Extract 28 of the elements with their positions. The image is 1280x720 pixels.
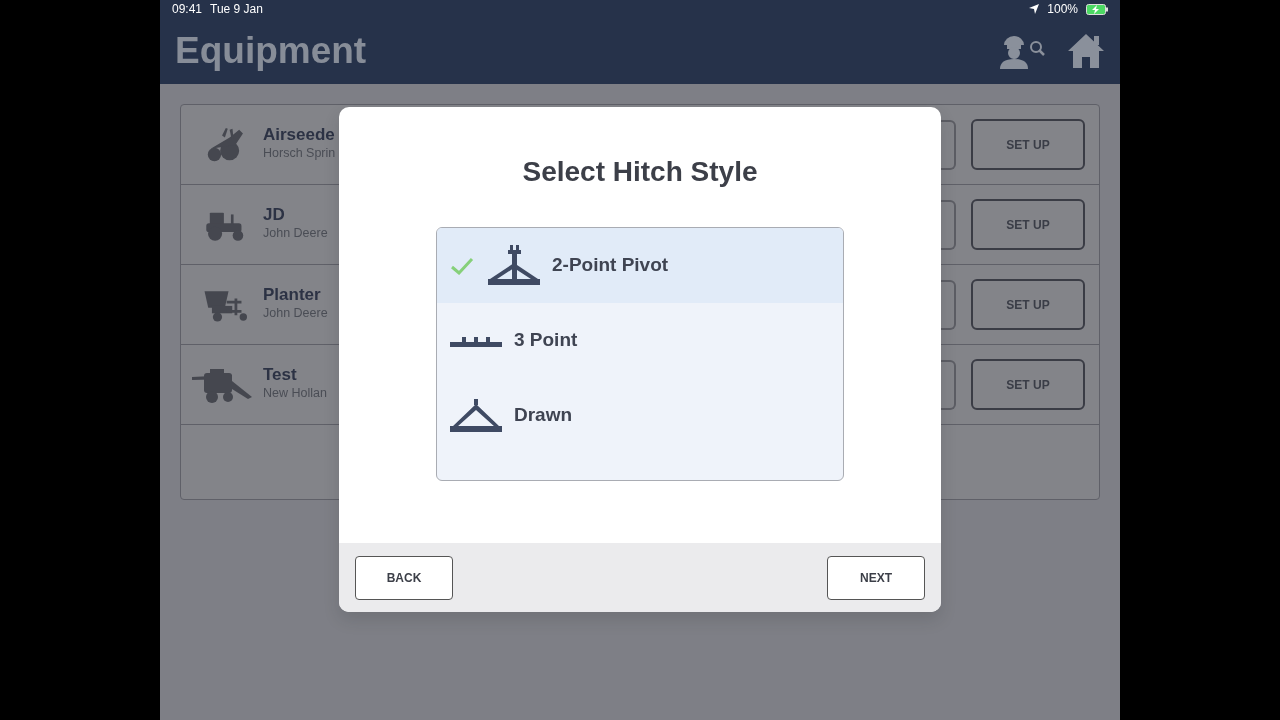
battery-percent: 100%	[1047, 1, 1078, 18]
location-icon	[1029, 4, 1040, 14]
equipment-maker: John Deere	[263, 225, 328, 243]
option-label: 2-Point Pivot	[552, 253, 669, 278]
pivot-hitch-icon	[486, 244, 540, 287]
equipment-name: Airseede	[263, 125, 336, 145]
option-row[interactable]: 2-Point Pivot	[437, 228, 843, 303]
equipment-maker: New Hollan	[263, 385, 327, 403]
check-icon	[450, 256, 474, 275]
option-label: Drawn	[514, 403, 573, 428]
battery-icon	[1086, 3, 1108, 15]
next-button[interactable]: NEXT	[827, 555, 925, 600]
equipment-maker: John Deere	[263, 305, 328, 323]
equipment-name: Test	[263, 365, 298, 385]
page-title: Equipment	[175, 29, 368, 74]
status-time: 09:41	[172, 1, 203, 18]
harvester-icon	[192, 366, 254, 403]
status-date: Tue 9 Jan	[210, 1, 263, 18]
option-row[interactable]: 3 Point	[437, 303, 843, 378]
dialog-title: Select Hitch Style	[521, 155, 759, 189]
option-label: 3 Point	[514, 328, 578, 353]
equipment-maker: Horsch Sprin	[263, 145, 336, 163]
back-button[interactable]: BACK	[355, 555, 453, 600]
drawbar-hitch-icon	[450, 398, 502, 433]
home-icon[interactable]	[1066, 31, 1106, 71]
option-row[interactable]: Drawn	[437, 378, 843, 453]
equipment-name: JD	[263, 205, 286, 225]
equipment-name: Planter	[263, 285, 322, 305]
